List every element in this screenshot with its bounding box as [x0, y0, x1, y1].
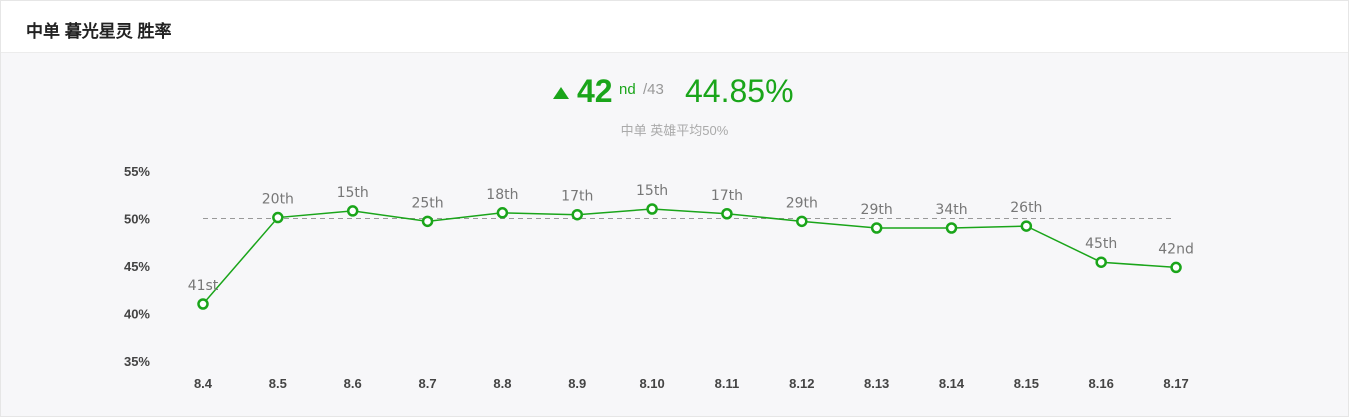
data-point[interactable] [945, 222, 958, 234]
x-tick-label: 8.11 [715, 376, 740, 391]
data-point[interactable] [421, 215, 434, 228]
win-rate-panel: 中单 暮光星灵 胜率 42 nd /43 44.85% 中单 英雄平均50% 5… [0, 0, 1349, 417]
x-tick-label: 8.14 [939, 376, 965, 391]
data-label: 18th [486, 187, 518, 203]
data-label: 15th [636, 183, 668, 199]
data-point[interactable] [197, 298, 209, 310]
data-point[interactable] [646, 203, 658, 215]
data-label: 17th [711, 188, 743, 204]
y-tick-label: 50% [124, 212, 150, 227]
data-label: 29th [861, 202, 893, 218]
x-tick-label: 8.17 [1163, 376, 1188, 391]
y-tick-label: 55% [124, 164, 150, 179]
data-point[interactable] [346, 205, 359, 217]
x-tick-label: 8.16 [1089, 376, 1114, 391]
y-tick-label: 35% [124, 354, 150, 369]
data-label: 29th [786, 195, 818, 211]
x-tick-label: 8.6 [344, 376, 362, 391]
x-tick-label: 8.9 [568, 376, 586, 391]
y-tick-label: 40% [124, 307, 150, 322]
data-point[interactable] [870, 222, 883, 234]
x-tick-label: 8.12 [789, 376, 814, 391]
data-label: 42nd [1158, 241, 1194, 257]
x-tick-label: 8.10 [639, 376, 664, 391]
data-label: 25th [411, 195, 443, 211]
x-tick-label: 8.7 [419, 376, 437, 391]
y-tick-label: 45% [124, 259, 150, 274]
win-rate-line-chart: 55% 50% 45% 40% 35% 41st 20th 15th 25th 18th 17th 1… [124, 164, 1194, 391]
panel-header: 中单 暮光星灵 胜率 [1, 1, 1348, 53]
data-point[interactable] [496, 207, 509, 219]
data-label: 41st [188, 278, 219, 294]
data-label: 15th [337, 185, 369, 201]
x-tick-label: 8.15 [1014, 376, 1039, 391]
data-point[interactable] [1170, 261, 1182, 274]
x-tick-label: 8.5 [269, 376, 287, 391]
data-point[interactable] [272, 211, 284, 224]
data-point[interactable] [721, 208, 733, 220]
data-label: 17th [561, 189, 593, 205]
x-tick-label: 8.13 [864, 376, 889, 391]
data-label: 34th [935, 202, 967, 218]
data-point[interactable] [1095, 256, 1107, 268]
data-point[interactable] [1020, 220, 1033, 232]
x-tick-label: 8.8 [493, 376, 511, 391]
data-point[interactable] [796, 215, 808, 228]
x-tick-label: 8.4 [194, 376, 213, 391]
panel-title: 中单 暮光星灵 胜率 [26, 22, 172, 41]
data-label: 45th [1085, 236, 1117, 252]
data-point[interactable] [571, 208, 583, 221]
data-label: 26th [1010, 200, 1042, 216]
data-label: 20th [262, 192, 294, 208]
